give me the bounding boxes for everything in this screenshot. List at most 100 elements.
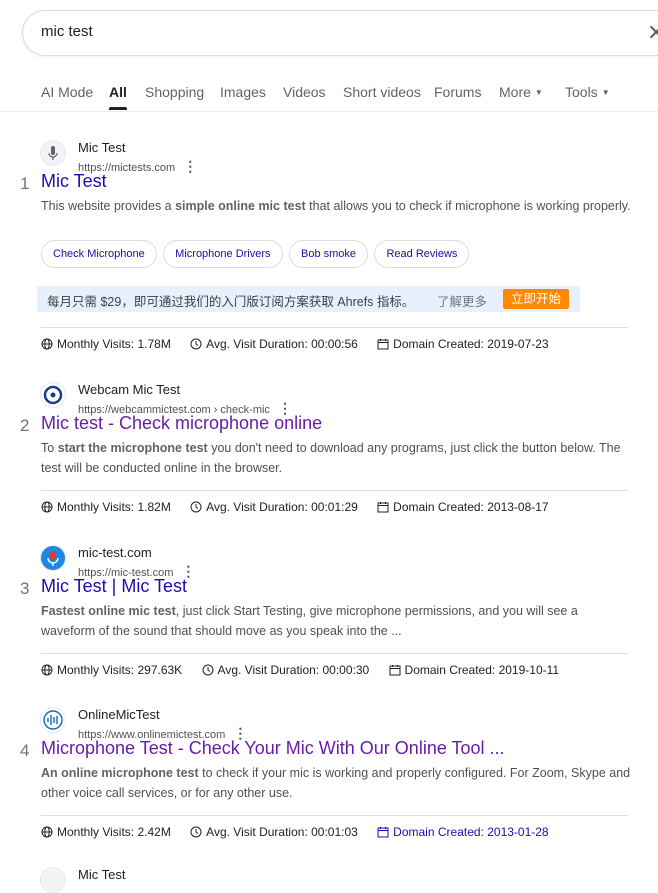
sitelink-chip[interactable]: Check Microphone [41,240,157,268]
ahrefs-promo-banner: 每月只需 $29，即可通过我们的入门版订阅方案获取 Ahrefs 指标。 了解更… [37,286,580,312]
result-snippet: An online microphone test to check if yo… [41,763,633,803]
monthly-visits: Monthly Visits: 1.78M [41,337,171,351]
domain-created: Domain Created: 2019-07-23 [377,337,549,351]
seo-stats: Monthly Visits: 2.42M Avg. Visit Duratio… [41,825,565,839]
clock-icon [190,501,202,513]
snippet-highlight: An online microphone test [41,766,199,780]
snippet-highlight: simple online mic test [175,199,306,213]
divider [41,653,628,654]
tab-forums[interactable]: Forums [434,84,481,100]
domain-created: Domain Created: 2019-10-11 [389,663,560,677]
site-name[interactable]: Mic Test [78,140,125,155]
monthly-visits-text: Monthly Visits: 1.78M [57,337,171,351]
monthly-visits-text: Monthly Visits: 297.63K [57,663,183,677]
calendar-icon [389,665,401,676]
promo-text: 每月只需 $29，即可通过我们的入门版订阅方案获取 Ahrefs 指标。 [47,295,415,309]
avg-duration: Avg. Visit Duration: 00:01:03 [190,825,358,839]
sitelink-chip[interactable]: Read Reviews [374,240,470,268]
globe-icon [41,338,53,350]
tab-tools[interactable]: Tools ▼ [565,84,610,100]
site-name[interactable]: Webcam Mic Test [78,382,180,397]
tab-ai-mode[interactable]: AI Mode [41,84,93,100]
avg-duration-text: Avg. Visit Duration: 00:00:56 [206,337,358,351]
domain-created: Domain Created: 2013-08-17 [377,500,549,514]
calendar-icon [377,339,389,350]
sitelink-chip[interactable]: Microphone Drivers [163,240,283,268]
domain-created-text: Domain Created: 2013-01-28 [393,825,549,839]
monthly-visits-text: Monthly Visits: 2.42M [57,825,171,839]
tab-more[interactable]: More ▼ [499,84,543,100]
webcam-icon [40,382,66,408]
more-options-icon[interactable]: ⋮ [183,158,197,174]
waveform-icon [40,707,66,733]
sitelink-chip[interactable]: Bob smoke [289,240,369,268]
seo-stats: Monthly Visits: 1.82M Avg. Visit Duratio… [41,500,565,514]
site-name[interactable]: mic-test.com [78,545,152,560]
divider [41,327,628,328]
seo-stats: Monthly Visits: 297.63K Avg. Visit Durat… [41,663,575,677]
search-bar: ✕ [22,10,658,56]
result-title-link[interactable]: Mic Test [41,171,107,192]
domain-created-text: Domain Created: 2019-07-23 [393,337,549,351]
promo-learn-more-link[interactable]: 了解更多 [437,291,487,310]
avg-duration-text: Avg. Visit Duration: 00:00:30 [217,663,370,677]
result-rank: 4 [20,741,30,760]
close-icon[interactable]: ✕ [647,22,658,44]
snippet-text: To [41,441,58,455]
result-snippet: To start the microphone test you don't n… [41,438,633,478]
globe-icon [41,826,53,838]
result-rank: 2 [20,416,30,435]
avg-duration: Avg. Visit Duration: 00:01:29 [190,500,358,514]
promo-start-button[interactable]: 立即开始 [503,289,569,309]
microphone-icon [40,545,66,571]
result-snippet: This website provides a simple online mi… [41,196,633,216]
caret-down-icon: ▼ [534,88,543,97]
site-name[interactable]: OnlineMicTest [78,707,160,722]
snippet-highlight: Fastest online mic test [41,604,176,618]
clock-icon [202,664,214,676]
tab-videos[interactable]: Videos [283,84,326,100]
microphone-icon [40,140,66,166]
globe-icon [41,664,53,676]
monthly-visits: Monthly Visits: 1.82M [41,500,171,514]
search-input[interactable] [41,23,601,40]
tab-short-videos[interactable]: Short videos [343,84,421,100]
clock-icon [190,338,202,350]
result-snippet: Fastest online mic test, just click Star… [41,601,633,641]
tab-tools-label: Tools [565,84,598,100]
tab-all[interactable]: All [109,84,127,110]
monthly-visits: Monthly Visits: 2.42M [41,825,171,839]
monthly-visits-text: Monthly Visits: 1.82M [57,500,171,514]
calendar-icon [377,502,389,513]
calendar-icon [377,827,389,838]
globe-icon [41,501,53,513]
divider [41,815,628,816]
search-tabs: AI Mode All Shopping Images Videos Short… [0,80,658,112]
result-rank: 1 [20,174,30,193]
snippet-text: This website provides a [41,199,176,213]
avg-duration: Avg. Visit Duration: 00:00:56 [190,337,358,351]
tab-images[interactable]: Images [220,84,266,100]
avg-duration-text: Avg. Visit Duration: 00:01:29 [206,500,358,514]
caret-down-icon: ▼ [601,88,610,97]
domain-created-text: Domain Created: 2019-10-11 [404,663,560,677]
domain-created-text: Domain Created: 2013-08-17 [393,500,549,514]
avg-duration: Avg. Visit Duration: 00:00:30 [202,663,370,677]
result-title-link[interactable]: Mic Test | Mic Test [41,576,187,597]
seo-stats: Monthly Visits: 1.78M Avg. Visit Duratio… [41,337,565,351]
result-title-link[interactable]: Microphone Test - Check Your Mic With Ou… [41,738,505,759]
sitelinks: Check Microphone Microphone Drivers Bob … [41,240,471,268]
divider [41,490,628,491]
tab-shopping[interactable]: Shopping [145,84,204,100]
result-rank: 3 [20,579,30,598]
tab-more-label: More [499,84,531,100]
site-name[interactable]: Mic Test [78,867,125,882]
monthly-visits: Monthly Visits: 297.63K [41,663,182,677]
snippet-highlight: start the microphone test [57,441,208,455]
result-title-link[interactable]: Mic test - Check microphone online [41,413,322,434]
avg-duration-text: Avg. Visit Duration: 00:01:03 [206,825,358,839]
domain-created[interactable]: Domain Created: 2013-01-28 [377,825,549,839]
microphone-icon [40,867,66,893]
clock-icon [190,826,202,838]
snippet-text: that allows you to check if microphone i… [305,199,631,213]
